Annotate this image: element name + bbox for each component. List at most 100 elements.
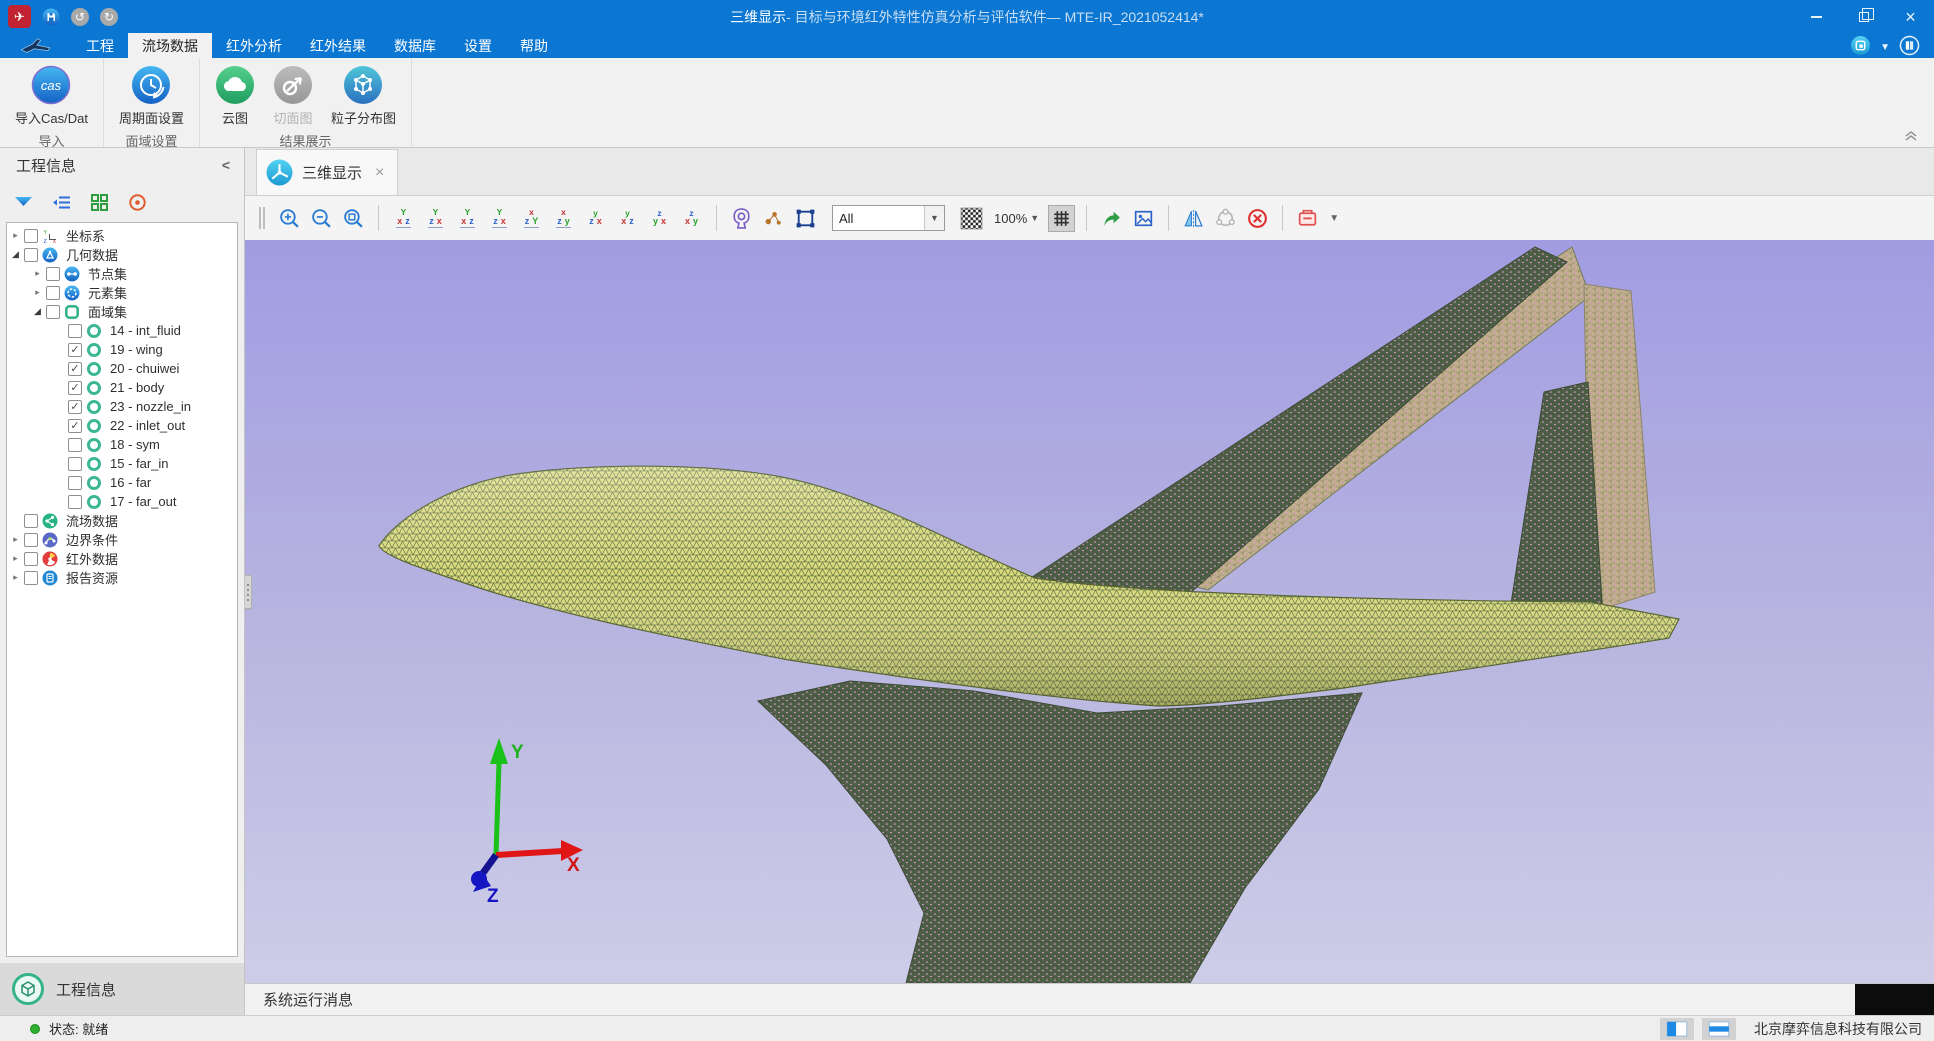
collapse-arrow-icon[interactable]: ◢ — [9, 249, 22, 260]
minimize-button[interactable] — [1793, 0, 1840, 33]
tree-item[interactable]: 15 - far_in — [7, 454, 237, 473]
tree-item-checkbox[interactable] — [68, 495, 82, 509]
expand-arrow-icon[interactable]: ▸ — [31, 268, 44, 279]
bottom-panel-tab[interactable]: 工程信息 — [0, 963, 244, 1015]
save-icon[interactable] — [42, 8, 60, 26]
ribbon-button-云图[interactable]: 云图 — [206, 63, 264, 129]
layout-band-icon[interactable] — [1702, 1018, 1736, 1040]
tree-item[interactable]: ✓19 - wing — [7, 340, 237, 359]
maximize-button[interactable] — [1840, 0, 1887, 33]
tree-item-checkbox[interactable] — [24, 248, 38, 262]
snapshot-icon[interactable] — [1130, 205, 1157, 232]
view-iso-2-icon[interactable]: yxz — [614, 205, 641, 232]
grid-icon[interactable] — [1048, 205, 1075, 232]
tree-item-checkbox[interactable]: ✓ — [68, 400, 82, 414]
expand-arrow-icon[interactable]: ▸ — [31, 287, 44, 298]
menu-item-1[interactable]: 流场数据 — [128, 33, 212, 58]
expand-arrow-icon[interactable]: ▸ — [9, 553, 22, 564]
tree-item-checkbox[interactable] — [24, 533, 38, 547]
tree-item[interactable]: ✓20 - chuiwei — [7, 359, 237, 378]
window-theme-icon[interactable] — [1850, 35, 1871, 56]
tree-item[interactable]: ▸元素集 — [7, 283, 237, 302]
toolbar-drag-handle[interactable] — [259, 207, 267, 229]
menu-item-3[interactable]: 红外结果 — [296, 33, 380, 58]
tree-item[interactable]: ▸YZX坐标系 — [7, 226, 237, 245]
panel-collapse-button[interactable]: < — [222, 157, 230, 173]
combo-caret-icon[interactable]: ▼ — [924, 206, 944, 230]
menu-item-2[interactable]: 红外分析 — [212, 33, 296, 58]
menu-item-4[interactable]: 数据库 — [380, 33, 450, 58]
tree-item-checkbox[interactable] — [68, 457, 82, 471]
display-filter-combo[interactable]: All▼ — [832, 205, 945, 231]
tree-item-checkbox[interactable] — [46, 305, 60, 319]
tree-item[interactable]: ◢几何数据 — [7, 245, 237, 264]
tree-item[interactable]: 17 - far_out — [7, 492, 237, 511]
ribbon-collapse-button[interactable] — [1904, 130, 1918, 142]
close-button[interactable]: × — [1887, 0, 1934, 33]
tree-item-checkbox[interactable] — [24, 552, 38, 566]
tree-item-checkbox[interactable]: ✓ — [68, 362, 82, 376]
export-arrow-icon[interactable] — [1098, 205, 1125, 232]
grid-blocks-icon[interactable] — [89, 192, 110, 213]
checkerboard-icon[interactable] — [958, 205, 985, 232]
view-bottom-icon[interactable]: xzy — [550, 205, 577, 232]
tree-item[interactable]: ▸边界条件 — [7, 530, 237, 549]
ribbon-button-导入Cas/Dat[interactable]: cas导入Cas/Dat — [6, 63, 97, 129]
help-book-icon[interactable] — [1899, 35, 1920, 56]
layout-split-icon[interactable] — [1660, 1018, 1694, 1040]
tree-item[interactable]: 14 - int_fluid — [7, 321, 237, 340]
camera-icon[interactable] — [728, 205, 755, 232]
tree-item-checkbox[interactable] — [46, 286, 60, 300]
caret-down-icon[interactable]: ▼ — [1880, 38, 1890, 53]
tree-item[interactable]: ◢面域集 — [7, 302, 237, 321]
expand-arrow-icon[interactable]: ▸ — [9, 534, 22, 545]
tree-item-checkbox[interactable]: ✓ — [68, 419, 82, 433]
tree-item[interactable]: ✓22 - inlet_out — [7, 416, 237, 435]
ribbon-button-周期面设置[interactable]: 周期面设置 — [110, 63, 193, 129]
print-options-caret[interactable]: ▼ — [1326, 213, 1342, 224]
view-iso-3-icon[interactable]: zyx — [646, 205, 673, 232]
panel-splitter-grip[interactable] — [245, 575, 252, 609]
tree-item-checkbox[interactable] — [68, 438, 82, 452]
redo-icon[interactable]: ↻ — [100, 8, 118, 26]
tree-item[interactable]: ▸报告资源 — [7, 568, 237, 587]
tree-item[interactable]: 流场数据 — [7, 511, 237, 530]
tree-item[interactable]: 16 - far — [7, 473, 237, 492]
tree-item-checkbox[interactable] — [68, 324, 82, 338]
expand-arrow-icon[interactable]: ▸ — [9, 230, 22, 241]
tree-item[interactable]: 18 - sym — [7, 435, 237, 454]
tree-item-checkbox[interactable] — [24, 514, 38, 528]
menu-item-6[interactable]: 帮助 — [506, 33, 562, 58]
view-left-icon[interactable]: Yxz — [454, 205, 481, 232]
view-iso-1-icon[interactable]: yzx — [582, 205, 609, 232]
tree-item[interactable]: ✓21 - body — [7, 378, 237, 397]
view-right-icon[interactable]: Yzx — [486, 205, 513, 232]
print-box-icon[interactable] — [1294, 205, 1321, 232]
collapse-arrow-icon[interactable]: ◢ — [31, 306, 44, 317]
tree-item-checkbox[interactable] — [68, 476, 82, 490]
tree-item[interactable]: ▸节点集 — [7, 264, 237, 283]
mirror-icon[interactable] — [1180, 205, 1207, 232]
zoom-level-dropdown[interactable]: 100%▼ — [990, 211, 1043, 226]
zoom-fit-icon[interactable] — [340, 205, 367, 232]
view-back-icon[interactable]: Yzx — [422, 205, 449, 232]
tree-item-checkbox[interactable]: ✓ — [68, 343, 82, 357]
cancel-icon[interactable] — [1244, 205, 1271, 232]
ribbon-button-粒子分布图[interactable]: 粒子分布图 — [322, 63, 405, 129]
zoom-out-icon[interactable] — [308, 205, 335, 232]
tree-item-checkbox[interactable] — [46, 267, 60, 281]
tree-item[interactable]: ▸红外数据 — [7, 549, 237, 568]
view-iso-4-icon[interactable]: zxy — [678, 205, 705, 232]
tree-item-checkbox[interactable] — [24, 571, 38, 585]
tab-close-icon[interactable]: × — [375, 165, 384, 181]
expand-arrow-icon[interactable]: ▸ — [9, 572, 22, 583]
particles-icon[interactable] — [760, 205, 787, 232]
viewport-3d[interactable]: Y X Z — [245, 240, 1934, 983]
view-top-icon[interactable]: xzY — [518, 205, 545, 232]
select-box-icon[interactable] — [792, 205, 819, 232]
view-front-icon[interactable]: Yxz — [390, 205, 417, 232]
outline-list-icon[interactable] — [51, 192, 72, 213]
menu-item-0[interactable]: 工程 — [72, 33, 128, 58]
filter-icon[interactable] — [13, 192, 34, 213]
tree-item-checkbox[interactable]: ✓ — [68, 381, 82, 395]
